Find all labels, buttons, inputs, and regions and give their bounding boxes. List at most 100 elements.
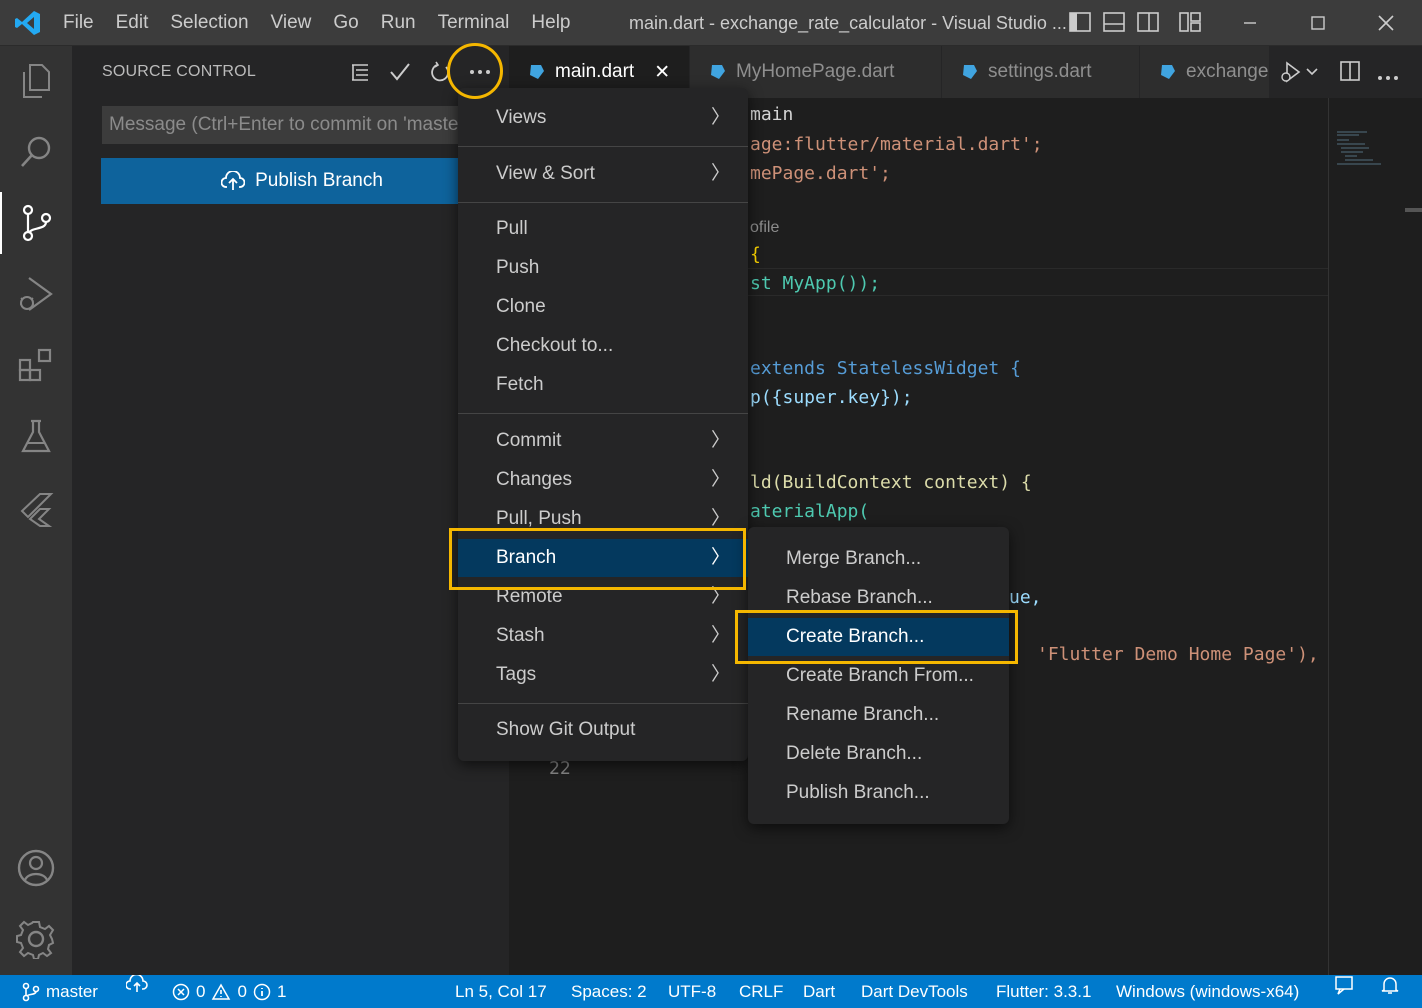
menu-item-commit[interactable]: Commit 〉 [458, 422, 748, 460]
title-bar: File Edit Selection View Go Run Terminal… [0, 0, 1422, 46]
commit-message-input[interactable]: Message (Ctrl+Enter to commit on 'maste [102, 106, 502, 144]
menu-selection[interactable]: Selection [159, 0, 259, 46]
source-control-icon[interactable] [0, 192, 72, 254]
menu-separator [458, 413, 748, 414]
code-line: 'Flutter Demo Home Page'), [1037, 644, 1319, 665]
chevron-right-icon: 〉 [710, 625, 730, 646]
status-problems[interactable]: 0 0 1 [172, 975, 286, 1008]
menu-run[interactable]: Run [370, 0, 427, 46]
menu-view[interactable]: View [260, 0, 323, 46]
run-debug-icon[interactable] [0, 263, 72, 325]
error-icon [172, 983, 190, 1000]
toggle-secondary-sidebar-icon[interactable] [1136, 9, 1160, 35]
code-line: st MyApp()); [750, 273, 881, 294]
status-eol[interactable]: CRLF [739, 975, 783, 1008]
menu-item-clone[interactable]: Clone [458, 288, 748, 326]
close-window-icon[interactable] [1352, 0, 1420, 46]
editor-more-actions-icon[interactable] [1377, 68, 1399, 86]
status-device[interactable]: Windows (windows-x64) [1116, 975, 1299, 1008]
menu-item-pull[interactable]: Pull [458, 210, 748, 248]
menu-terminal[interactable]: Terminal [427, 0, 521, 46]
split-editor-icon[interactable] [1339, 60, 1361, 87]
status-indentation[interactable]: Spaces: 2 [571, 975, 647, 1008]
dart-file-icon [963, 65, 977, 79]
dart-file-icon [711, 65, 725, 79]
code-line: mePage.dart'; [750, 163, 891, 184]
activity-bar [0, 46, 72, 975]
menu-item-changes[interactable]: Changes 〉 [458, 461, 748, 499]
customize-layout-icon[interactable] [1178, 9, 1202, 35]
tab-label: MyHomePage.dart [736, 61, 895, 82]
chevron-right-icon: 〉 [710, 430, 730, 451]
menu-item-tags[interactable]: Tags 〉 [458, 656, 748, 694]
menu-item-merge-branch[interactable]: Merge Branch... [748, 540, 1009, 578]
menu-item-push[interactable]: Push [458, 249, 748, 287]
menu-edit[interactable]: Edit [105, 0, 160, 46]
minimize-icon[interactable] [1216, 0, 1284, 46]
explorer-icon[interactable] [0, 50, 72, 112]
status-cursor-position[interactable]: Ln 5, Col 17 [455, 975, 547, 1008]
toggle-panel-icon[interactable] [1102, 9, 1126, 35]
warning-icon [212, 982, 231, 1000]
tab-exchange[interactable]: exchange [1140, 46, 1270, 98]
menu-item-stash[interactable]: Stash 〉 [458, 617, 748, 655]
feedback-icon[interactable] [1334, 975, 1356, 995]
menu-go[interactable]: Go [322, 0, 369, 46]
menu-item-publish-branch[interactable]: Publish Branch... [748, 774, 1009, 812]
tab-label: exchange [1186, 61, 1269, 82]
tab-settings-dart[interactable]: settings.dart [942, 46, 1140, 98]
tab-label: settings.dart [988, 61, 1092, 82]
menu-item-show-git-output[interactable]: Show Git Output [458, 711, 748, 749]
status-encoding[interactable]: UTF-8 [668, 975, 716, 1008]
testing-icon[interactable] [0, 405, 72, 467]
cloud-upload-icon [221, 171, 246, 190]
publish-branch-button[interactable]: Publish Branch [101, 158, 503, 204]
menu-item-rename-branch[interactable]: Rename Branch... [748, 696, 1009, 734]
code-line: p({super.key}); [750, 387, 913, 408]
highlight-box-branch [449, 528, 746, 590]
notifications-bell-icon[interactable] [1380, 975, 1400, 995]
chevron-right-icon: 〉 [710, 664, 730, 685]
source-control-more-menu: Views 〉 View & Sort 〉 Pull Push Clone Chec… [458, 88, 748, 761]
menu-item-fetch[interactable]: Fetch [458, 366, 748, 404]
menu-separator [458, 202, 748, 203]
menu-item-view-sort[interactable]: View & Sort 〉 [458, 155, 748, 193]
run-debug-dropdown-icon[interactable] [1277, 60, 1319, 89]
chevron-right-icon: 〉 [710, 107, 730, 128]
menu-separator [458, 146, 748, 147]
scrollbar-thumb[interactable] [1405, 208, 1422, 212]
settings-gear-icon[interactable] [0, 908, 72, 970]
commit-check-icon[interactable] [382, 56, 418, 88]
extensions-icon[interactable] [0, 334, 72, 396]
account-icon[interactable] [0, 837, 72, 899]
dart-file-icon [1161, 65, 1175, 79]
code-line: ld(BuildContext context) { [750, 472, 1032, 493]
info-icon [253, 983, 271, 1000]
status-dart-devtools[interactable]: Dart DevTools [861, 975, 968, 1008]
line-number: 22 [549, 758, 571, 779]
menu-item-checkout[interactable]: Checkout to... [458, 327, 748, 365]
window-title: main.dart - exchange_rate_calculator - V… [629, 13, 1067, 33]
menu-file[interactable]: File [52, 0, 105, 46]
menu-item-delete-branch[interactable]: Delete Branch... [748, 735, 1009, 773]
status-language[interactable]: Dart [803, 975, 835, 1008]
status-bar: master 0 0 1 Ln 5, Col 17 Spaces: 2 UTF-… [0, 975, 1422, 1008]
close-tab-icon[interactable]: ✕ [654, 61, 670, 84]
branch-submenu: Merge Branch... Rebase Branch... Create … [748, 527, 1009, 824]
status-flutter-version[interactable]: Flutter: 3.3.1 [996, 975, 1091, 1008]
toggle-primary-sidebar-icon[interactable] [1068, 9, 1092, 35]
maximize-icon[interactable] [1284, 0, 1352, 46]
source-control-sidebar: SOURCE CONTROL Message (Ctrl+Enter to co… [72, 46, 509, 975]
flutter-icon[interactable] [0, 478, 72, 540]
highlight-circle-more-actions [447, 43, 503, 99]
codelens-profile[interactable]: ofile [750, 219, 779, 237]
view-as-tree-icon[interactable] [342, 56, 378, 88]
minimap[interactable] [1328, 98, 1422, 975]
menu-item-views[interactable]: Views 〉 [458, 99, 748, 137]
status-branch[interactable]: master [22, 975, 98, 1008]
menu-help[interactable]: Help [520, 0, 581, 46]
search-icon[interactable] [0, 121, 72, 183]
menu-bar: File Edit Selection View Go Run Terminal… [52, 0, 582, 46]
cloud-publish-icon[interactable] [126, 975, 148, 993]
vscode-logo-icon [15, 11, 40, 35]
